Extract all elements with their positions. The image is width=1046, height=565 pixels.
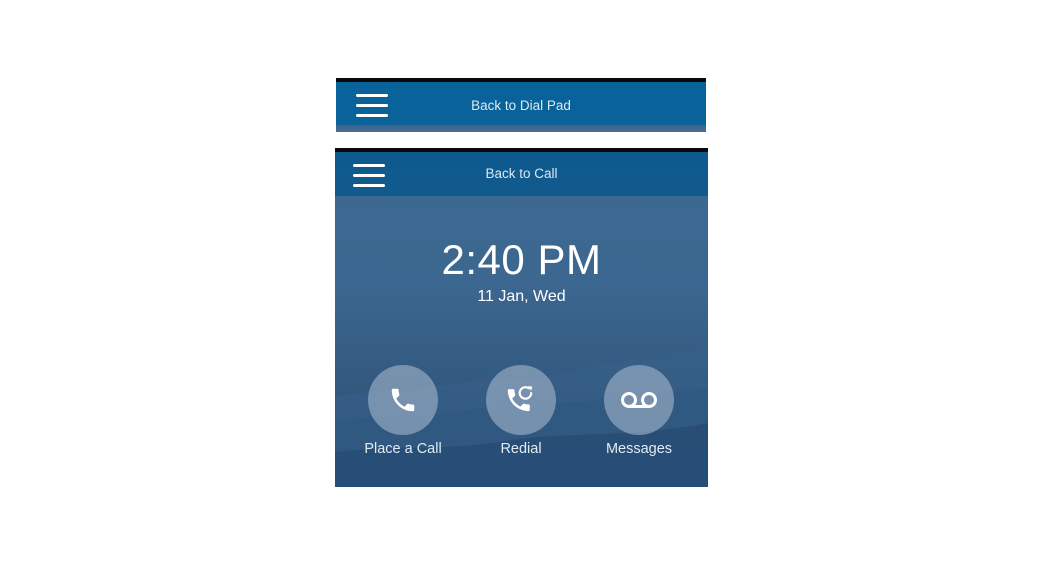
clock-date: 11 Jan, Wed [477,288,566,305]
redial-label: Redial [500,441,542,457]
page: Back to Dial Pad Back to Call 2:40 PM 11… [0,0,1046,565]
messages-label: Messages [605,441,673,457]
voicemail-icon [621,392,657,408]
clock-time: 2:40 PM [441,236,602,283]
back-to-call-label[interactable]: Back to Call [335,166,708,181]
messages-button[interactable]: Messages [579,365,699,457]
redial-button[interactable]: Redial [461,365,581,457]
place-a-call-circle[interactable] [368,365,438,435]
back-to-dial-pad-label[interactable]: Back to Dial Pad [336,98,706,113]
back-to-dial-pad-banner[interactable]: Back to Dial Pad [336,78,706,132]
redial-icon [507,386,533,412]
messages-circle[interactable] [604,365,674,435]
place-a-call-label: Place a Call [364,441,442,457]
phone-icon [391,388,415,412]
redial-circle[interactable] [486,365,556,435]
back-to-call-bar[interactable]: Back to Call [335,148,708,196]
phone-home-screen: Back to Call 2:40 PM 11 Jan, Wed Place a… [335,148,708,487]
place-a-call-button[interactable]: Place a Call [343,365,463,457]
